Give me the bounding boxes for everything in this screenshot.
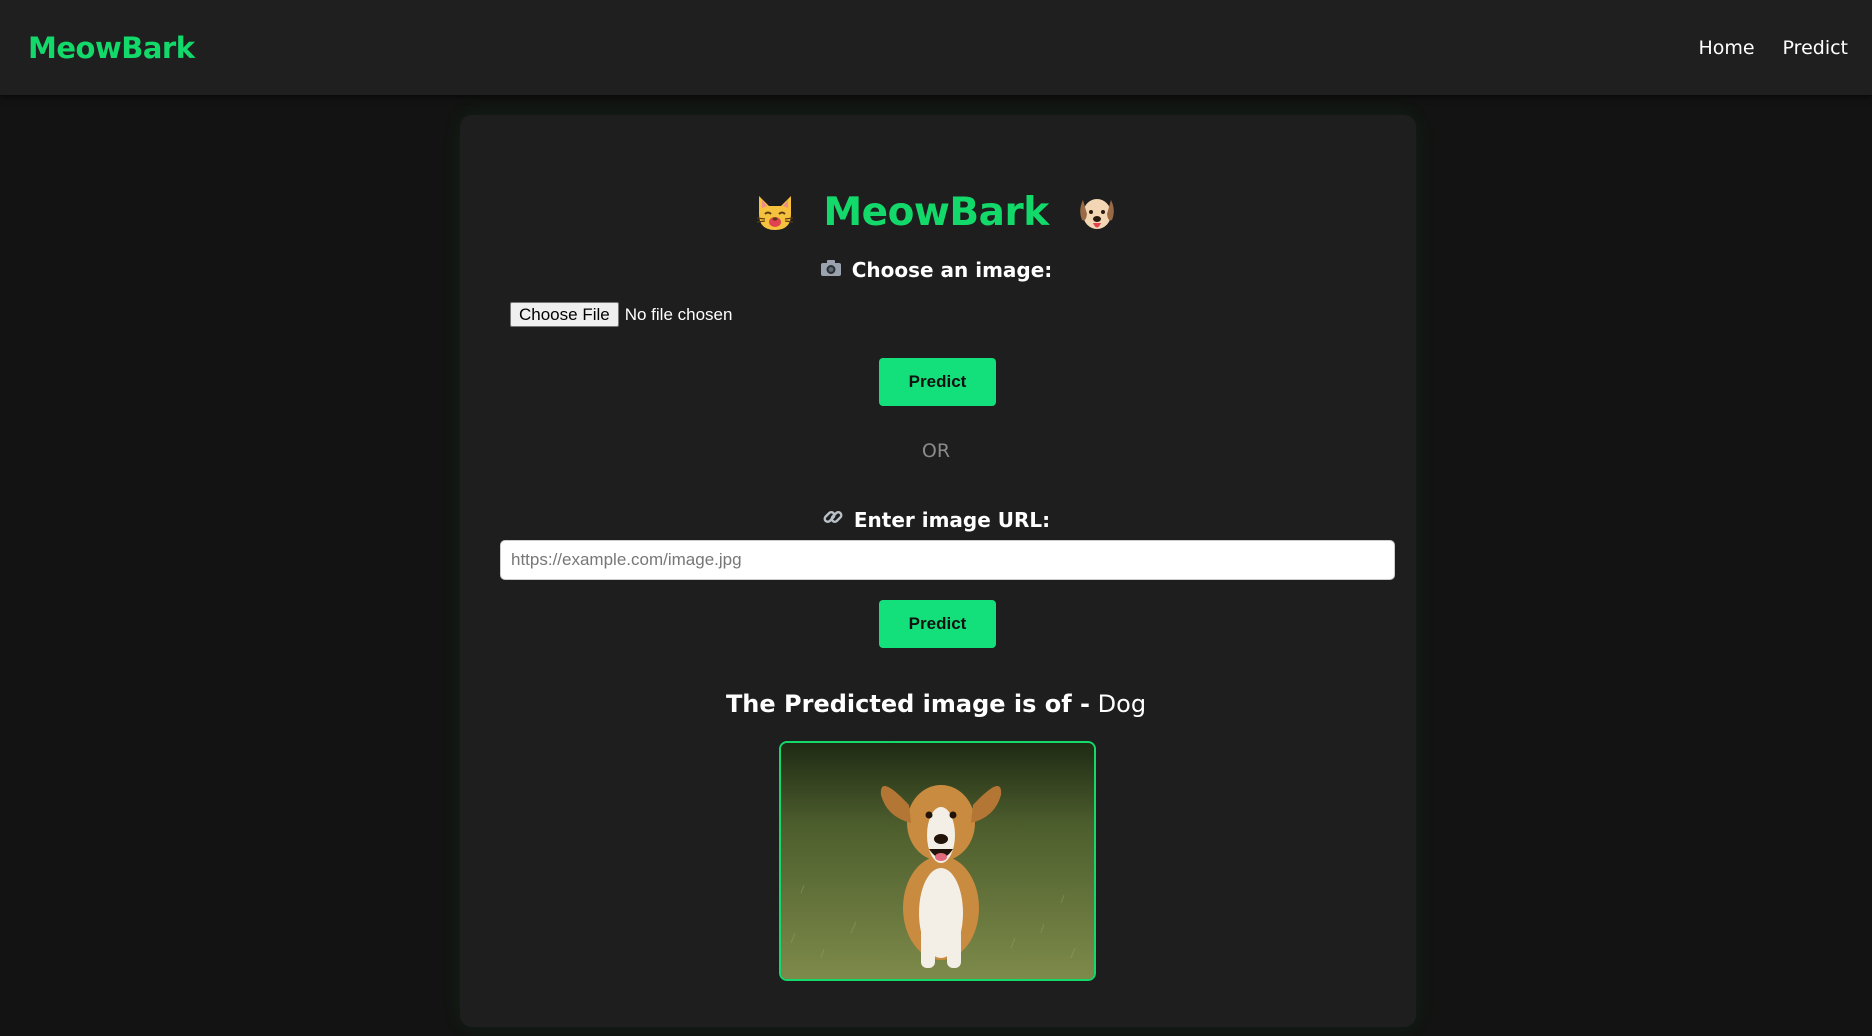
prediction-value: Dog [1097, 690, 1147, 718]
predict-url-button[interactable]: Predict [879, 600, 996, 648]
file-status: No file chosen [624, 304, 733, 324]
nav-links: Home Predict [1698, 37, 1848, 59]
file-input: Choose File No file chosen [510, 302, 732, 327]
choose-image-label: Choose an image: [0, 258, 1872, 282]
camera-icon [820, 258, 842, 282]
prediction-lead: The Predicted image is of - [725, 690, 1091, 718]
navbar: MeowBark Home Predict [0, 0, 1872, 95]
nav-link-home[interactable]: Home [1698, 37, 1754, 59]
image-url-input[interactable] [500, 540, 1395, 580]
preview-image [779, 741, 1096, 981]
title-text: MeowBark [823, 190, 1049, 235]
brand-logo[interactable]: MeowBark [28, 31, 195, 65]
choose-image-label-text: Choose an image: [851, 258, 1053, 282]
cat-face-icon [754, 192, 796, 234]
image-url-label-text: Enter image URL: [853, 507, 1051, 532]
predict-file-button[interactable]: Predict [879, 358, 996, 406]
prediction-result: The Predicted image is of - Dog [0, 690, 1872, 718]
nav-link-predict[interactable]: Predict [1783, 37, 1848, 59]
choose-file-button[interactable]: Choose File [510, 302, 619, 327]
page-title: MeowBark [0, 188, 1872, 235]
link-icon [822, 506, 844, 533]
image-url-label: Enter image URL: [0, 506, 1872, 533]
or-divider: OR [921, 440, 951, 462]
dog-face-icon [1076, 192, 1118, 234]
